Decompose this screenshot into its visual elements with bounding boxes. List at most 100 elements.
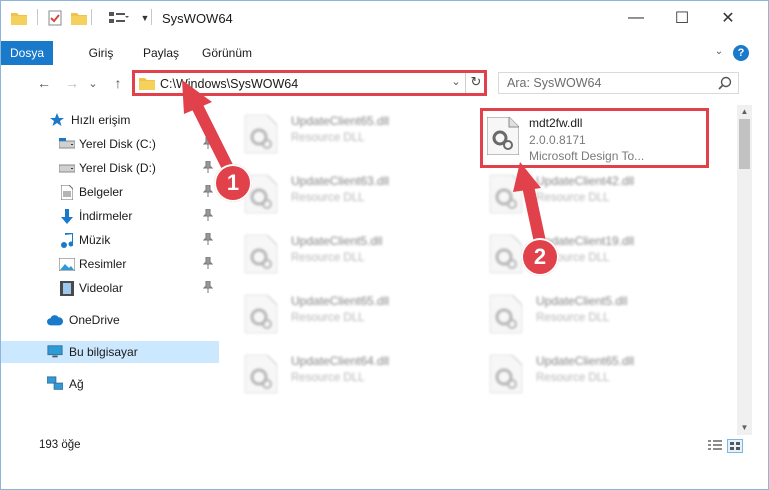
sidebar-item-network[interactable]: Ağ [1, 373, 219, 395]
address-dropdown-icon[interactable]: ⌄ [449, 75, 463, 91]
list-item[interactable]: UpdateClient42.dll Resource DLL [478, 165, 708, 219]
list-item[interactable]: UpdateClient19.dll Resource DLL [478, 225, 708, 279]
file-description: Resource DLL [291, 132, 365, 144]
highlighted-file-mdt2fw[interactable]: mdt2fw.dll 2.0.0.8171 Microsoft Design T… [480, 108, 709, 168]
status-bar: 193 öğe [1, 437, 768, 457]
file-version: 2.0.0.8171 [529, 133, 586, 147]
tab-dosya[interactable]: Dosya [1, 41, 53, 65]
back-button[interactable]: ← [33, 73, 55, 93]
scroll-down-icon[interactable]: ▼ [737, 421, 752, 435]
address-bar[interactable]: C:\Windows\SysWOW64 ⌄ ↻ [132, 70, 487, 96]
sidebar-item-local-disk-c[interactable]: Yerel Disk (C:) [1, 133, 219, 155]
dll-file-icon [489, 354, 526, 395]
sidebar-item-music[interactable]: Müzik [1, 229, 219, 251]
sidebar-item-downloads[interactable]: İndirmeler [1, 205, 219, 227]
maximize-button[interactable]: ☐ [659, 1, 705, 35]
network-icon [47, 376, 63, 392]
divider [91, 9, 92, 25]
customize-toolbar-icon[interactable]: ▼ [139, 9, 151, 27]
list-item[interactable]: UpdateClient5.dll Resource DLL [233, 225, 463, 279]
pictures-icon [59, 256, 75, 272]
scroll-thumb[interactable] [739, 119, 750, 169]
list-item[interactable]: UpdateClient63.dll Resource DLL [233, 165, 463, 219]
sidebar-item-label: OneDrive [69, 313, 120, 327]
view-options-icon[interactable] [109, 9, 129, 27]
drive-icon [59, 160, 75, 176]
file-name: UpdateClient42.dll [536, 174, 635, 188]
up-button[interactable]: ↑ [107, 73, 129, 93]
vertical-scrollbar[interactable]: ▲ ▼ [737, 105, 752, 435]
list-item[interactable]: UpdateClient64.dll Resource DLL [233, 345, 463, 399]
star-icon [49, 112, 65, 128]
file-name: UpdateClient5.dll [536, 294, 628, 308]
large-icons-view-icon[interactable] [727, 439, 743, 453]
list-item[interactable]: UpdateClient65.dll Resource DLL [233, 285, 463, 339]
window-title: SysWOW64 [162, 11, 233, 26]
cloud-icon [47, 312, 63, 328]
drive-icon [59, 136, 75, 152]
help-icon[interactable]: ? [733, 45, 749, 61]
details-view-icon[interactable] [707, 439, 723, 453]
dll-file-icon [244, 114, 281, 155]
sidebar-item-label: İndirmeler [79, 209, 133, 223]
divider [151, 9, 152, 25]
sidebar-item-pictures[interactable]: Resimler [1, 253, 219, 275]
pin-icon[interactable] [202, 160, 214, 173]
file-description: Resource DLL [291, 312, 365, 324]
dll-file-icon [244, 234, 281, 275]
dll-file-icon [244, 174, 281, 215]
sidebar-item-label: Yerel Disk (C:) [79, 137, 156, 151]
file-name: UpdateClient65.dll [291, 114, 390, 128]
minimize-button[interactable]: — [613, 1, 659, 35]
file-description: Resource DLL [536, 192, 610, 204]
dll-file-icon [489, 294, 526, 335]
sidebar-item-label: Bu bilgisayar [69, 345, 138, 359]
close-button[interactable]: ✕ [705, 1, 751, 35]
list-item[interactable]: UpdateClient65.dll Resource DLL [478, 345, 708, 399]
navigation-pane: Hızlı erişim Yerel Disk (C:) Yerel Disk … [1, 105, 219, 435]
dll-file-icon [486, 116, 523, 157]
file-description: Resource DLL [291, 372, 365, 384]
pin-icon[interactable] [202, 256, 214, 269]
music-icon [59, 232, 75, 248]
list-item[interactable]: UpdateClient5.dll Resource DLL [478, 285, 708, 339]
divider [37, 9, 38, 25]
pin-icon[interactable] [202, 232, 214, 245]
scroll-up-icon[interactable]: ▲ [737, 105, 752, 119]
tab-giris[interactable]: Giriş [81, 41, 121, 65]
sidebar-item-label: Videolar [79, 281, 123, 295]
sidebar-item-label: Resimler [79, 257, 127, 271]
sidebar-item-onedrive[interactable]: OneDrive [1, 309, 219, 331]
properties-icon[interactable] [47, 9, 63, 27]
sidebar-item-documents[interactable]: Belgeler [1, 181, 219, 203]
address-path[interactable]: C:\Windows\SysWOW64 [160, 77, 298, 91]
pin-icon[interactable] [202, 280, 214, 293]
file-list: UpdateClient65.dll Resource DLL UpdateCl… [233, 105, 733, 435]
sidebar-item-local-disk-d[interactable]: Yerel Disk (D:) [1, 157, 219, 179]
recent-locations-button[interactable]: ⌄ [85, 73, 101, 93]
sidebar-item-this-pc[interactable]: Bu bilgisayar [1, 341, 219, 363]
file-name: mdt2fw.dll [529, 116, 583, 130]
refresh-icon[interactable]: ↻ [468, 74, 484, 92]
new-folder-icon[interactable] [71, 9, 87, 27]
file-name: UpdateClient65.dll [291, 294, 390, 308]
folder-icon [11, 9, 27, 27]
search-input[interactable]: Ara: SysWOW64 [498, 72, 739, 94]
file-description: Resource DLL [291, 192, 365, 204]
videos-icon [59, 280, 75, 296]
list-item[interactable]: UpdateClient65.dll Resource DLL [233, 105, 463, 159]
sidebar-item-label: Müzik [79, 233, 111, 247]
pin-icon[interactable] [202, 208, 214, 221]
sidebar-item-videos[interactable]: Videolar [1, 277, 219, 299]
file-name: UpdateClient5.dll [291, 234, 383, 248]
tab-gorunum[interactable]: Görünüm [199, 41, 255, 65]
sidebar-item-label: Yerel Disk (D:) [79, 161, 156, 175]
tab-paylas[interactable]: Paylaş [139, 41, 183, 65]
pin-icon[interactable] [202, 184, 214, 197]
file-explorer-window: ▼ SysWOW64 — ☐ ✕ Dosya Giriş Paylaş Görü… [0, 0, 769, 490]
forward-button[interactable]: → [61, 73, 83, 93]
file-name: UpdateClient19.dll [536, 234, 635, 248]
chevron-down-icon[interactable]: ⌄ [712, 46, 726, 60]
sidebar-item-quick-access[interactable]: Hızlı erişim [1, 109, 219, 131]
pin-icon[interactable] [202, 136, 214, 149]
